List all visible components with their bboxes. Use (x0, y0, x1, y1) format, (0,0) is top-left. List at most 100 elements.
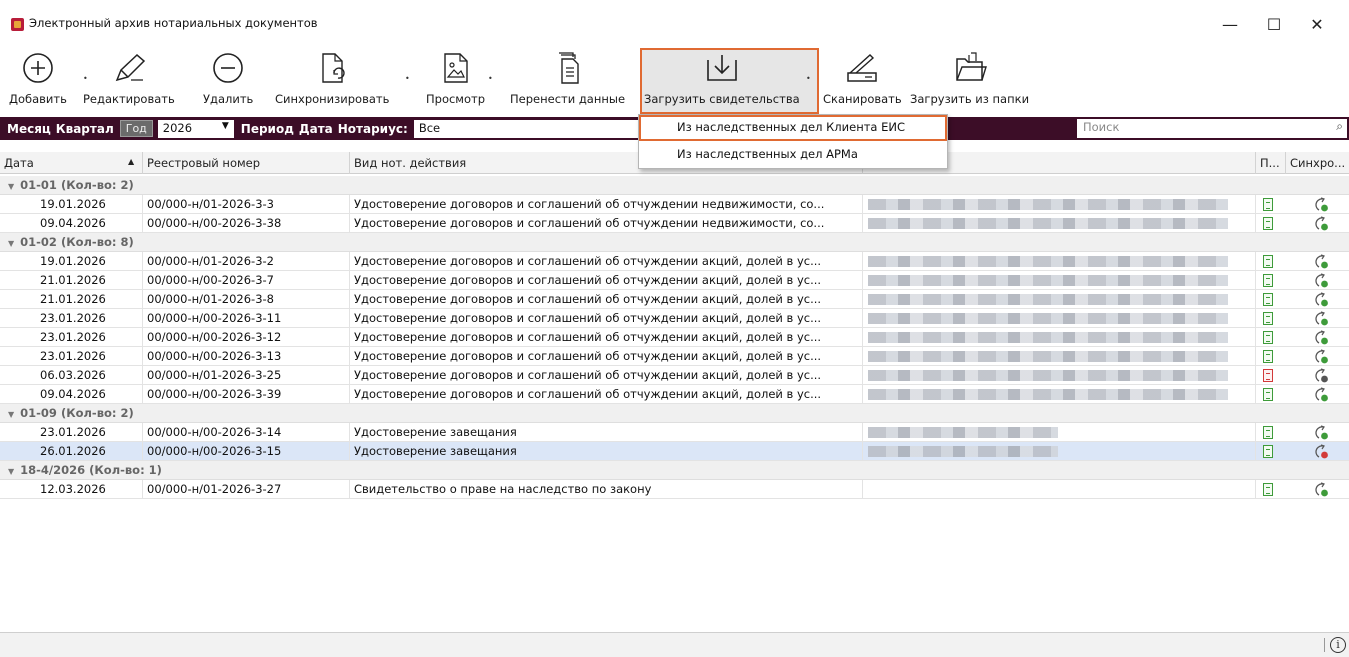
table-row[interactable]: 26.01.2026 00/000-н/00-2026-3-15 Удостовер… (0, 442, 1349, 461)
edit-label: Редактировать (83, 92, 175, 106)
column-header-p[interactable]: П... (1256, 152, 1286, 174)
scan-button[interactable]: Сканировать (823, 44, 902, 114)
date-filter[interactable]: Дата (299, 122, 333, 136)
upload-dropdown-menu: Из наследственных дел Клиента ЕИС Из нас… (638, 114, 948, 169)
period-filter[interactable]: Период (241, 122, 294, 136)
sync-status-icon[interactable] (1313, 292, 1329, 307)
redacted-text (868, 351, 1228, 362)
month-filter[interactable]: Месяц (7, 122, 51, 136)
document-status-icon[interactable] (1263, 445, 1273, 458)
sync-status-icon[interactable] (1313, 311, 1329, 326)
group-label: 01-02 (Кол-во: 8) (20, 235, 134, 249)
sync-status-icon[interactable] (1313, 387, 1329, 402)
date-cell: 23.01.2026 (36, 423, 143, 442)
document-status-icon[interactable] (1263, 293, 1273, 306)
column-header-reg-number[interactable]: Реестровый номер (143, 152, 350, 174)
table-row[interactable]: 21.01.2026 00/000-н/01-2026-3-8 Удостовере… (0, 290, 1349, 309)
action-type-cell: Удостоверение договоров и соглашений об … (350, 366, 863, 385)
table-row[interactable]: 12.03.2026 00/000-н/01-2026-3-27 Свидетель… (0, 480, 1349, 499)
sync-status-icon[interactable] (1313, 216, 1329, 231)
reg-number-cell: 00/000-н/01-2026-3-27 (143, 480, 350, 499)
sync-status-icon[interactable] (1313, 254, 1329, 269)
sync-status-icon[interactable] (1313, 349, 1329, 364)
table-row[interactable]: 23.01.2026 00/000-н/00-2026-3-12 Удостовер… (0, 328, 1349, 347)
table-row[interactable]: 23.01.2026 00/000-н/00-2026-3-14 Удостовер… (0, 423, 1349, 442)
sync-status-icon[interactable] (1313, 444, 1329, 459)
reg-number-cell: 00/000-н/00-2026-3-14 (143, 423, 350, 442)
document-status-icon[interactable] (1263, 388, 1273, 401)
view-button[interactable]: Просмотр • (426, 44, 493, 114)
edit-button[interactable]: Редактировать (83, 44, 175, 114)
chevron-down-icon[interactable]: • (405, 74, 410, 83)
sync-status-icon[interactable] (1313, 197, 1329, 212)
delete-button[interactable]: Удалить (203, 44, 253, 114)
sync-status-icon[interactable] (1313, 330, 1329, 345)
table-row[interactable]: 23.01.2026 00/000-н/00-2026-3-13 Удостовер… (0, 347, 1349, 366)
group-label: 18-4/2026 (Кол-во: 1) (20, 463, 162, 477)
collapse-toggle-icon[interactable]: ▼ (8, 410, 14, 419)
menu-item-arm[interactable]: Из наследственных дел АРМа (639, 142, 947, 168)
chevron-down-icon[interactable]: • (806, 74, 811, 83)
document-status-icon[interactable] (1263, 255, 1273, 268)
search-icon[interactable]: ⌕ (1336, 119, 1343, 134)
document-status-icon[interactable] (1263, 198, 1273, 211)
action-type-cell: Удостоверение завещания (350, 442, 863, 461)
group-row[interactable]: ▼ 18-4/2026 (Кол-во: 1) (0, 461, 1349, 480)
table-row[interactable]: 21.01.2026 00/000-н/00-2026-3-7 Удостовере… (0, 271, 1349, 290)
chevron-down-icon: ▼ (221, 120, 229, 131)
load-from-folder-button[interactable]: Загрузить из папки (910, 44, 1029, 114)
minimize-button[interactable]: — (1210, 10, 1250, 38)
year-filter-button[interactable]: Год (119, 120, 153, 137)
table-row[interactable]: 06.03.2026 00/000-н/01-2026-3-25 Удостовер… (0, 366, 1349, 385)
document-status-icon[interactable] (1263, 426, 1273, 439)
table-row[interactable]: 09.04.2026 00/000-н/00-2026-3-38 Удостовер… (0, 214, 1349, 233)
column-header-sync[interactable]: Синхро... (1286, 152, 1349, 174)
transfer-label: Перенести данные (510, 92, 626, 106)
action-type-cell: Удостоверение договоров и соглашений об … (350, 252, 863, 271)
status-bar: i (0, 632, 1349, 657)
document-status-icon[interactable] (1263, 483, 1273, 496)
minus-circle-icon (212, 44, 244, 92)
maximize-button[interactable]: ☐ (1254, 10, 1294, 38)
collapse-toggle-icon[interactable]: ▼ (8, 182, 14, 191)
search-input[interactable]: Поиск ⌕ (1077, 119, 1347, 138)
document-status-icon[interactable] (1263, 217, 1273, 230)
table-row[interactable]: 19.01.2026 00/000-н/01-2026-3-3 Удостовере… (0, 195, 1349, 214)
document-status-icon[interactable] (1263, 369, 1273, 382)
sync-status-icon[interactable] (1313, 425, 1329, 440)
sync-status-icon[interactable] (1313, 368, 1329, 383)
table-row[interactable]: 23.01.2026 00/000-н/00-2026-3-11 Удостовер… (0, 309, 1349, 328)
separator (1324, 638, 1325, 652)
collapse-toggle-icon[interactable]: ▼ (8, 239, 14, 248)
year-select[interactable]: 2026 ▼ (157, 119, 234, 138)
chevron-down-icon[interactable]: • (488, 74, 493, 83)
date-cell: 21.01.2026 (36, 271, 143, 290)
group-row[interactable]: ▼ 01-02 (Кол-во: 8) (0, 233, 1349, 252)
quarter-filter[interactable]: Квартал (56, 122, 114, 136)
group-row[interactable]: ▼ 01-01 (Кол-во: 2) (0, 176, 1349, 195)
action-type-cell: Удостоверение договоров и соглашений об … (350, 309, 863, 328)
sync-status-icon[interactable] (1313, 273, 1329, 288)
table-row[interactable]: 19.01.2026 00/000-н/01-2026-3-2 Удостовере… (0, 252, 1349, 271)
document-status-icon[interactable] (1263, 312, 1273, 325)
reg-number-cell: 00/000-н/01-2026-3-8 (143, 290, 350, 309)
group-row[interactable]: ▼ 01-09 (Кол-во: 2) (0, 404, 1349, 423)
document-status-icon[interactable] (1263, 331, 1273, 344)
sync-button[interactable]: Синхронизировать • (275, 44, 410, 114)
date-cell: 09.04.2026 (36, 385, 143, 404)
collapse-toggle-icon[interactable]: ▼ (8, 467, 14, 476)
table-row[interactable]: 09.04.2026 00/000-н/00-2026-3-39 Удостовер… (0, 385, 1349, 404)
sync-status-icon[interactable] (1313, 482, 1329, 497)
document-status-icon[interactable] (1263, 350, 1273, 363)
menu-item-eis-client[interactable]: Из наследственных дел Клиента ЕИС (639, 115, 947, 141)
transfer-button[interactable]: Перенести данные (510, 44, 625, 114)
upload-certificates-button[interactable]: Загрузить свидетельства • (644, 44, 811, 114)
action-type-cell: Удостоверение договоров и соглашений об … (350, 328, 863, 347)
redacted-text (868, 370, 1228, 381)
column-header-date[interactable]: Дата ▲ (0, 152, 143, 174)
add-button[interactable]: Добавить • (9, 44, 88, 114)
document-status-icon[interactable] (1263, 274, 1273, 287)
close-button[interactable]: ✕ (1297, 10, 1337, 38)
info-icon[interactable]: i (1330, 637, 1346, 653)
reg-number-cell: 00/000-н/01-2026-3-2 (143, 252, 350, 271)
